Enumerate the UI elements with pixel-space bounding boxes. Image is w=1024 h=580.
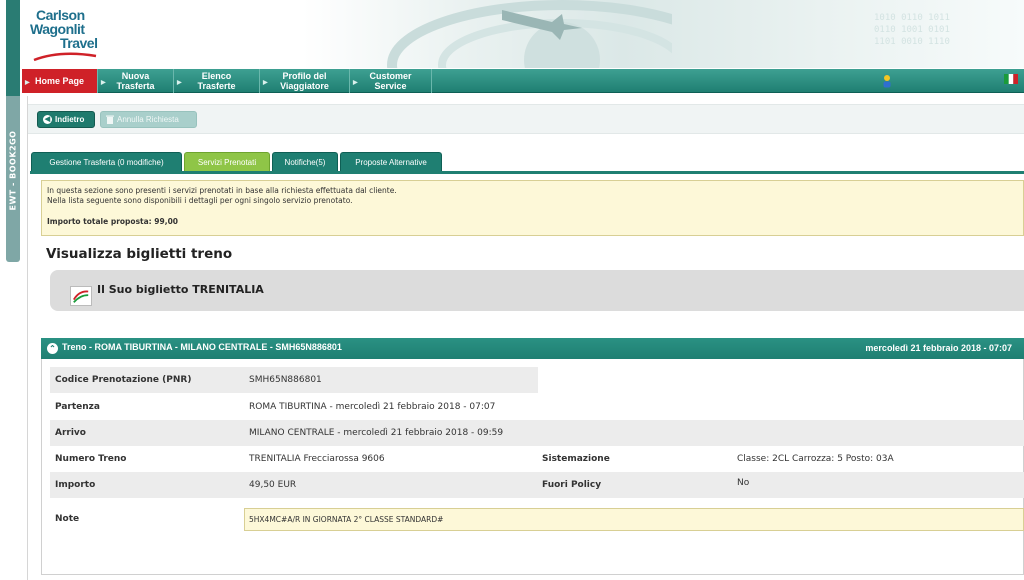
chevron-right-icon: ▶ — [101, 80, 106, 86]
cwt-logo[interactable]: Carlson Wagonlit Travel — [30, 6, 110, 62]
back-button-label: Indietro — [55, 115, 85, 124]
nav-label-line1: Profilo del — [282, 71, 327, 81]
seat-value: Classe: 2CL Carrozza: 5 Posto: 03A — [737, 454, 894, 464]
amount-value: 49,50 EUR — [249, 480, 297, 490]
svg-text:1101 0010 1110: 1101 0010 1110 — [874, 37, 950, 47]
tab-servizi-prenotati[interactable]: Servizi Prenotati — [184, 152, 270, 172]
logo-text-1: Carlson — [36, 7, 85, 23]
nav-elenco-trasferte[interactable]: ▶ Elenco Trasferte — [174, 69, 260, 93]
amount-label: Importo — [55, 480, 96, 490]
train-date: mercoledì 21 febbraio 2018 - 07:07 — [865, 343, 1012, 353]
svg-text:1010 0110 1011: 1010 0110 1011 — [874, 13, 950, 23]
info-box: In questa sezione sono presenti i serviz… — [41, 180, 1024, 236]
cancel-request-button[interactable]: Annulla Richiesta — [100, 111, 197, 128]
trash-icon — [106, 115, 114, 124]
nav-label-line1: Customer — [369, 71, 412, 81]
notes-value: 5HX4MC#A/R IN GIORNATA 2° CLASSE STANDAR… — [244, 508, 1024, 531]
policy-label: Fuori Policy — [542, 480, 602, 490]
nav-label-line2: Trasferte — [197, 81, 236, 91]
ticket-box: Il Suo biglietto TRENITALIA — [50, 270, 1024, 311]
chevron-right-icon: ▶ — [177, 80, 182, 86]
departure-label: Partenza — [55, 402, 100, 412]
arrival-value: MILANO CENTRALE - mercoledì 21 febbraio … — [249, 428, 504, 438]
row-amount: Importo 49,50 EUR Fuori Policy No — [50, 472, 1024, 498]
seat-label: Sistemazione — [542, 454, 610, 464]
nav-label: Elenco Trasferte — [197, 71, 235, 91]
nav-label: Home Page — [34, 76, 85, 86]
nav-label-line2: Viaggiatore — [280, 81, 329, 91]
nav-label: Profilo del Viaggiatore — [280, 71, 329, 91]
info-line-2: Nella lista seguente sono disponibili i … — [47, 196, 353, 205]
tab-underline — [30, 171, 1024, 174]
pnr-value: SMH65N886801 — [249, 375, 322, 385]
tab-label: Gestione Trasferta (0 modifiche) — [49, 158, 164, 167]
logo-swoosh-icon — [33, 52, 97, 62]
tab-gestione-trasferta[interactable]: Gestione Trasferta (0 modifiche) — [31, 152, 182, 172]
policy-value: No — [737, 478, 750, 488]
row-notes: Note — [50, 506, 240, 532]
arrival-label: Arrivo — [55, 428, 86, 438]
left-rail: EWT - BOOK2GO — [0, 0, 22, 580]
globe-plane-banner — [387, 0, 672, 68]
info-line-1: In questa sezione sono presenti i serviz… — [47, 186, 397, 195]
departure-value: ROMA TIBURTINA - mercoledì 21 febbraio 2… — [249, 402, 496, 412]
nav-nuova-trasferta[interactable]: ▶ Nuova Trasferta — [98, 69, 174, 93]
back-arrow-icon: ◀ — [43, 115, 52, 124]
row-arrival: Arrivo MILANO CENTRALE - mercoledì 21 fe… — [50, 420, 1024, 446]
action-bar: ◀ Indietro Annulla Richiesta — [28, 104, 1024, 134]
chevron-right-icon: ▶ — [353, 80, 358, 86]
nav-label-line1: Elenco — [201, 71, 232, 81]
tab-proposte-alternative[interactable]: Proposte Alternative — [340, 152, 442, 172]
logo-text-2: Wagonlit — [30, 21, 85, 37]
row-departure: Partenza ROMA TIBURTINA - mercoledì 21 f… — [50, 394, 1024, 420]
italian-flag-icon[interactable] — [1004, 74, 1018, 84]
nav-label-line2: Service — [374, 81, 407, 91]
nav-profilo-viaggiatore[interactable]: ▶ Profilo del Viaggiatore — [260, 69, 350, 93]
tab-label: Notifiche(5) — [284, 158, 326, 167]
svg-text:0110 1001 0101: 0110 1001 0101 — [874, 25, 950, 35]
row-train-number: Numero Treno TRENITALIA Frecciarossa 960… — [50, 446, 1024, 472]
nav-customer-service[interactable]: ▶ Customer Service — [350, 69, 432, 93]
back-button[interactable]: ◀ Indietro — [37, 111, 95, 128]
pnr-label: Codice Prenotazione (PNR) — [55, 375, 192, 385]
total-amount: Importo totale proposta: 99,00 — [47, 217, 179, 226]
cancel-request-label: Annulla Richiesta — [117, 115, 179, 124]
ewt-side-tab[interactable]: EWT - BOOK2GO — [6, 96, 20, 262]
chevron-right-icon: ▶ — [25, 80, 30, 86]
nav-label: Nuova Trasferta — [116, 71, 154, 91]
train-number-value: TRENITALIA Frecciarossa 9606 — [249, 454, 385, 464]
train-route: Treno - ROMA TIBURTINA - MILANO CENTRALE… — [62, 342, 342, 352]
content-divider — [27, 96, 28, 580]
tab-label: Proposte Alternative — [355, 158, 427, 167]
notes-label: Note — [55, 514, 80, 524]
ewt-side-tab-label: EWT - BOOK2GO — [8, 130, 18, 211]
tab-label: Servizi Prenotati — [197, 158, 257, 167]
rail-top-bar — [6, 0, 20, 96]
binary-pattern: 1010 0110 1011 0110 1001 0101 1101 0010 … — [874, 13, 950, 47]
nav-home-page[interactable]: ▶ Home Page — [22, 69, 98, 93]
main-nav: ▶ Home Page ▶ Nuova Trasferta ▶ Elenco Tra… — [22, 69, 1024, 93]
train-header[interactable]: ⌃ Treno - ROMA TIBURTINA - MILANO CENTRA… — [41, 338, 1024, 359]
header: Carlson Wagonlit Travel 1010 0110 1011 0… — [22, 0, 1024, 68]
trenitalia-logo-icon — [70, 286, 92, 306]
chevron-right-icon: ▶ — [263, 80, 268, 86]
user-icon[interactable] — [882, 74, 892, 88]
nav-label-line2: Trasferta — [116, 81, 155, 91]
nav-label-line1: Nuova — [121, 71, 150, 81]
page-title: Visualizza biglietti treno — [46, 246, 233, 262]
train-number-label: Numero Treno — [55, 454, 127, 464]
tab-notifiche[interactable]: Notifiche(5) — [272, 152, 338, 172]
row-pnr: Codice Prenotazione (PNR) SMH65N886801 — [50, 367, 538, 393]
nav-label: Customer Service — [369, 71, 411, 91]
collapse-icon[interactable]: ⌃ — [47, 343, 58, 354]
ticket-title: Il Suo biglietto TRENITALIA — [97, 283, 264, 296]
